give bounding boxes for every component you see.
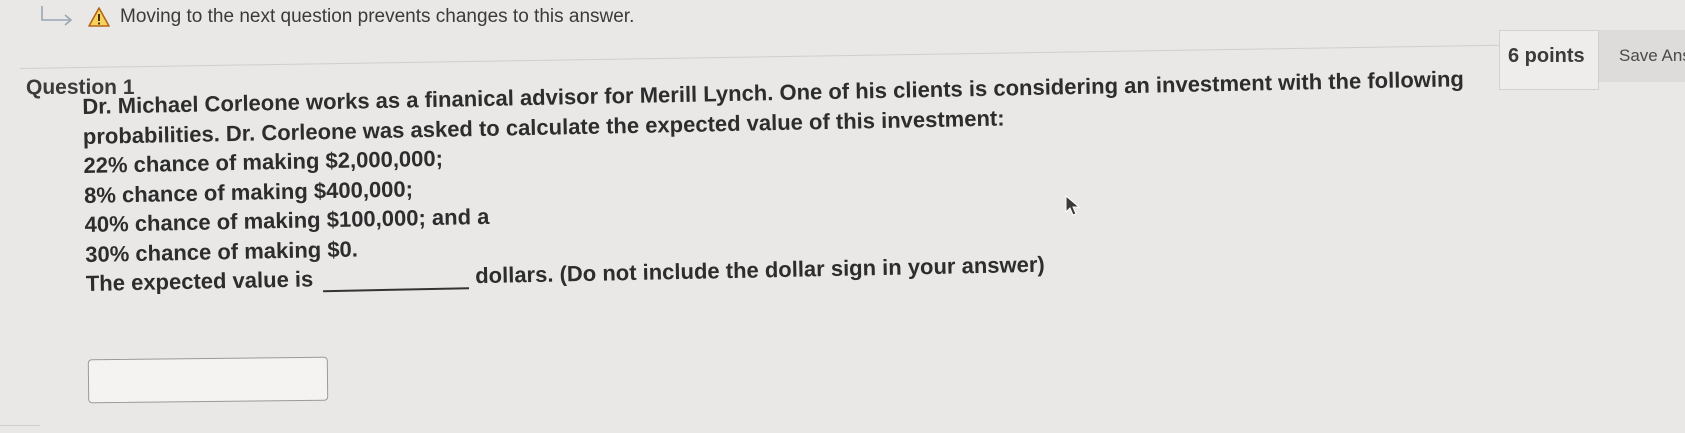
- question-divider: [20, 44, 1501, 69]
- warning-banner: Moving to the next question prevents cha…: [38, 4, 634, 30]
- final-prefix: The expected value is: [85, 266, 314, 296]
- answer-input[interactable]: [87, 356, 329, 404]
- warning-text: Moving to the next question prevents cha…: [120, 6, 635, 27]
- question-body: Dr. Michael Corleone works as a finanica…: [82, 61, 1646, 299]
- return-arrow-icon: [41, 6, 73, 26]
- mouse-cursor-icon: [1065, 195, 1081, 216]
- answer-blank: [323, 287, 470, 293]
- bottom-divider: [0, 425, 40, 426]
- warning-icon: [88, 7, 110, 27]
